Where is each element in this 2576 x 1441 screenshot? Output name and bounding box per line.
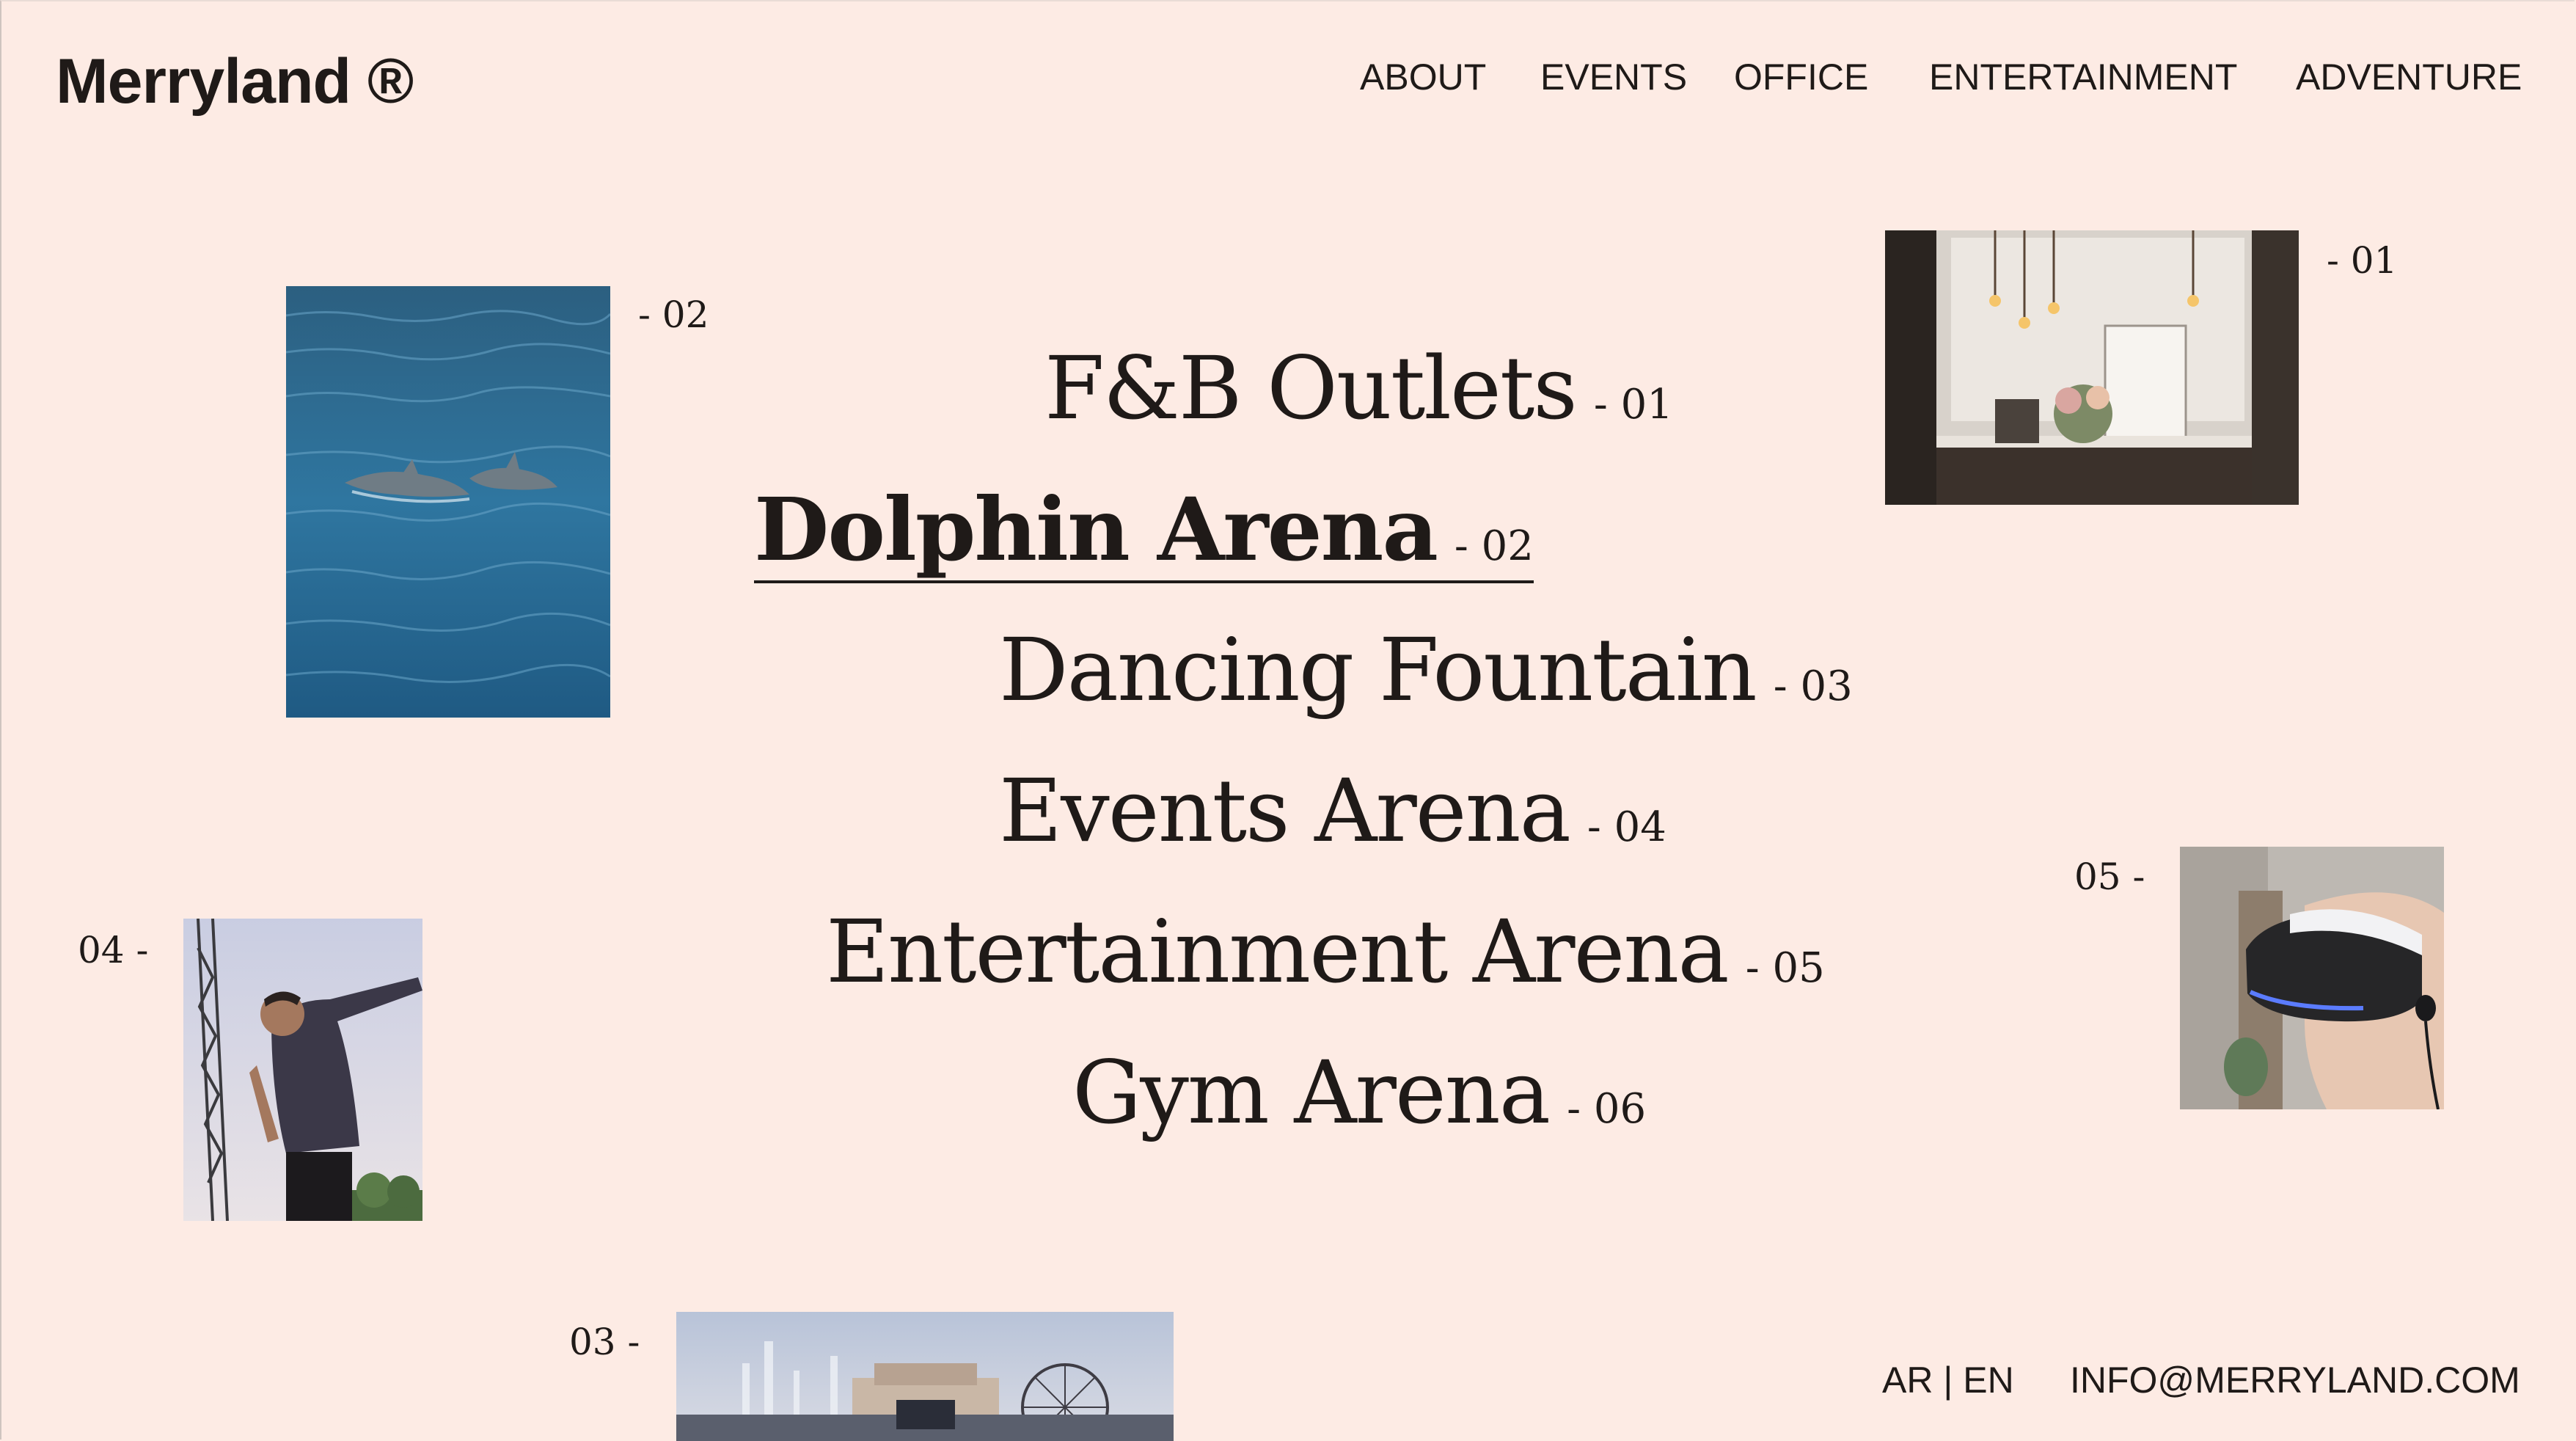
menu-item-label: Dancing Fountain [999, 619, 1757, 720]
menu-item-number: - 05 [1745, 944, 1825, 992]
nav-office[interactable]: OFFICE [1734, 56, 1868, 98]
concert-photo[interactable] [183, 919, 422, 1221]
menu-item-label: Gym Arena [1072, 1042, 1551, 1143]
fountain-photo[interactable] [676, 1312, 1174, 1441]
menu-item-number: - 02 [1454, 522, 1534, 570]
nav-about[interactable]: ABOUT [1360, 56, 1486, 98]
menu-item-number: - 04 [1587, 803, 1666, 851]
photo-tag-01: - 01 [2327, 239, 2398, 282]
menu-item-label: F&B Outlets [1044, 338, 1578, 439]
cafe-photo[interactable] [1885, 230, 2299, 505]
menu-item-label: Entertainment Arena [826, 901, 1730, 1002]
nav-adventure[interactable]: ADVENTURE [2296, 56, 2522, 98]
menu-item-fb-outlets[interactable]: F&B Outlets - 01 [1044, 338, 1673, 439]
menu-item-number: - 06 [1567, 1085, 1647, 1133]
brand-logo[interactable]: Merryland ® [56, 45, 414, 118]
menu-item-gym-arena[interactable]: Gym Arena - 06 [1072, 1042, 1646, 1143]
dolphin-photo[interactable] [286, 286, 610, 718]
menu-item-entertainment-arena[interactable]: Entertainment Arena - 05 [826, 901, 1825, 1002]
nav-events[interactable]: EVENTS [1540, 56, 1687, 98]
nav-entertainment[interactable]: ENTERTAINMENT [1929, 56, 2237, 98]
menu-item-label: Dolphin Arena [754, 478, 1438, 580]
menu-item-number: - 03 [1773, 663, 1853, 710]
menu-item-events-arena[interactable]: Events Arena - 04 [999, 760, 1666, 861]
language-switcher[interactable]: AR | EN [1882, 1359, 2014, 1401]
menu-item-dancing-fountain[interactable]: Dancing Fountain - 03 [999, 619, 1853, 720]
photo-tag-04: 04 - [78, 929, 149, 971]
menu-item-number: - 01 [1593, 381, 1673, 428]
menu-item-label: Events Arena [999, 760, 1571, 861]
photo-tag-05: 05 - [2074, 856, 2145, 898]
photo-tag-03: 03 - [569, 1321, 640, 1363]
email-link[interactable]: INFO@MERRYLAND.COM [2070, 1359, 2520, 1401]
menu-item-dolphin-arena[interactable]: Dolphin Arena - 02 [754, 478, 1534, 583]
photo-tag-02: - 02 [638, 293, 709, 336]
vr-photo[interactable] [2180, 847, 2444, 1109]
